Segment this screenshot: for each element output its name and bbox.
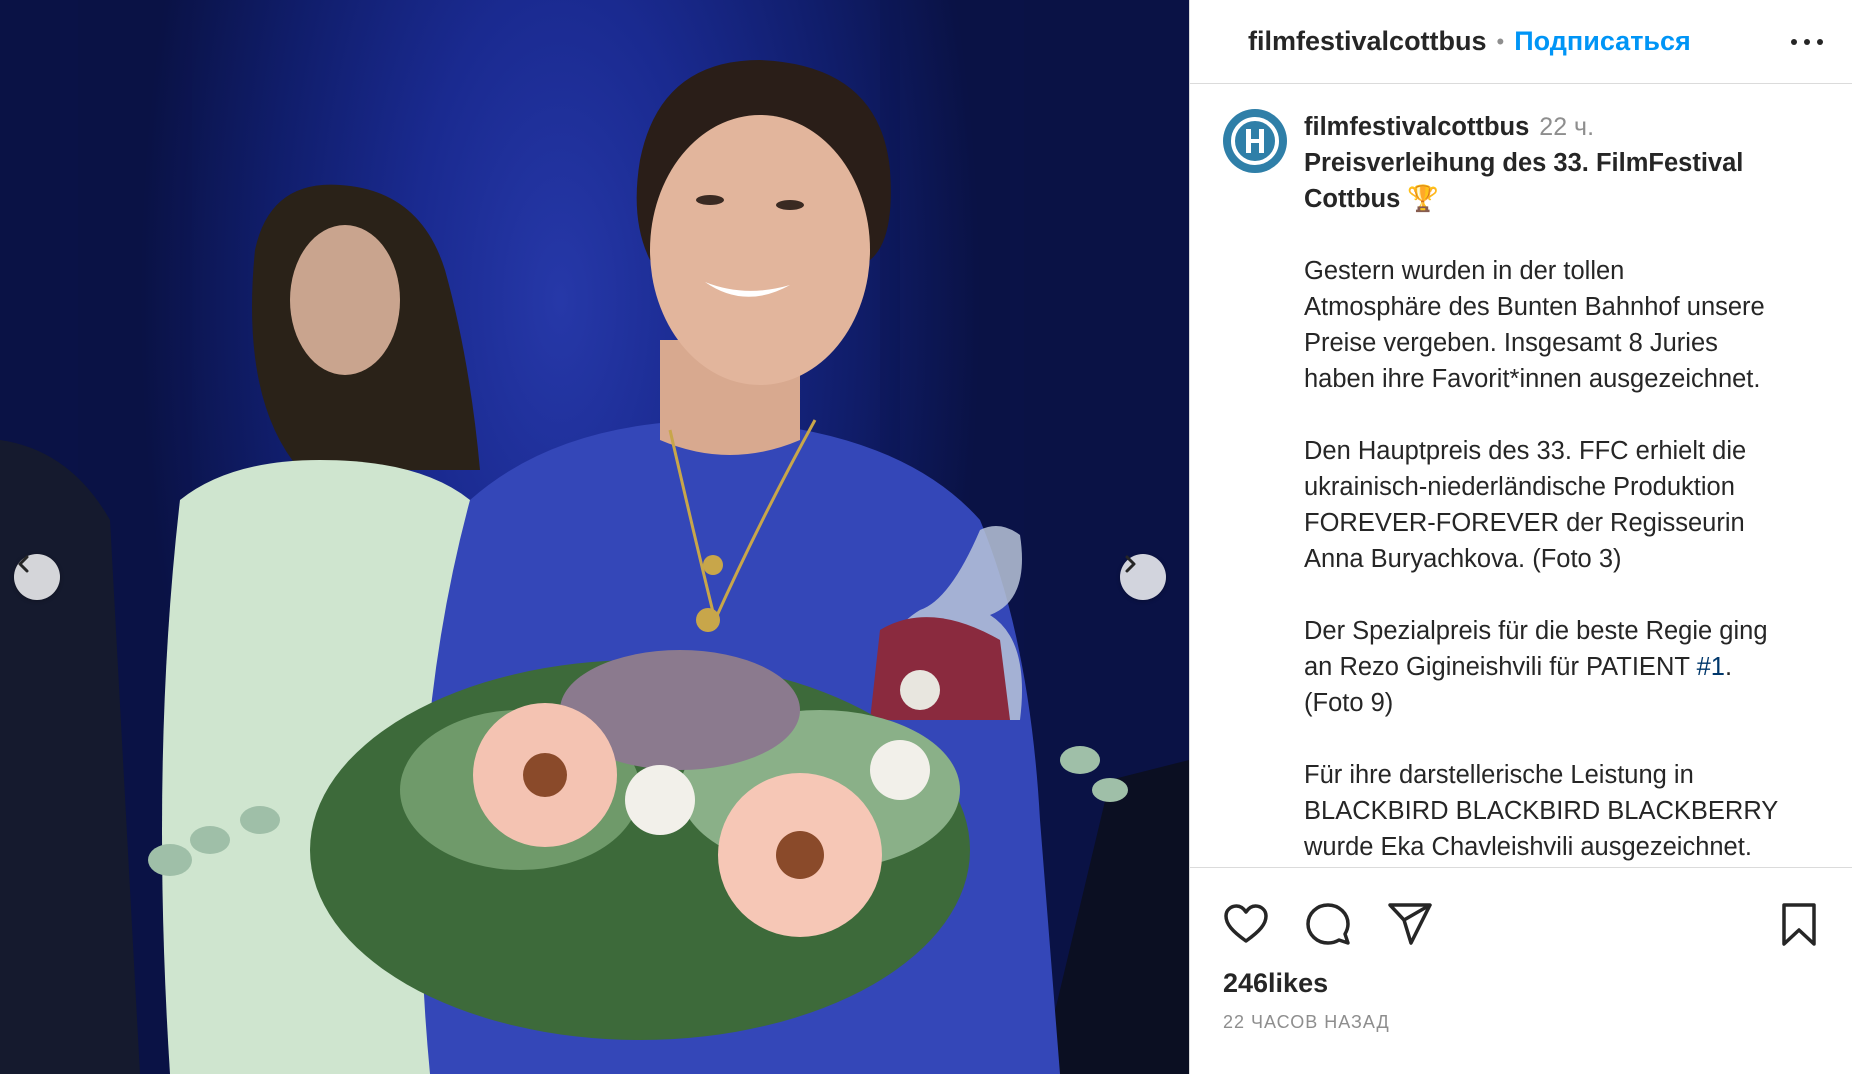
- likes-count[interactable]: 246likes: [1223, 968, 1328, 999]
- caption-line: ukrainisch-niederländische Produktion: [1304, 473, 1735, 501]
- heart-icon[interactable]: [1222, 900, 1270, 948]
- caption-text: an Rezo Gigineishvili für PATIENT: [1304, 653, 1697, 681]
- header-username[interactable]: filmfestivalcottbus: [1248, 26, 1487, 57]
- next-photo-button[interactable]: [1120, 554, 1166, 600]
- post-time[interactable]: 22 ч.: [1539, 113, 1594, 141]
- caption-line: wurde Eka Chavleishvili ausgezeichnet.: [1304, 833, 1752, 861]
- caption-line: Den Hauptpreis des 33. FFC erhielt die: [1304, 437, 1747, 465]
- caption-line: BLACKBIRD BLACKBIRD BLACKBERRY: [1304, 797, 1779, 825]
- action-icons: [1222, 900, 1434, 948]
- header-separator: •: [1496, 28, 1505, 54]
- comment-icon[interactable]: [1304, 900, 1352, 948]
- share-icon[interactable]: [1386, 900, 1434, 948]
- hashtag-link[interactable]: #1: [1697, 653, 1725, 681]
- instagram-post: filmfestivalcottbus • Подписаться filmfe: [0, 0, 1852, 1074]
- caption-line: Gestern wurden in der tollen: [1304, 257, 1625, 285]
- post-actions: 246likes 22 часов назад: [1190, 867, 1852, 1075]
- post-header: filmfestivalcottbus • Подписаться: [1190, 0, 1852, 84]
- posted-time[interactable]: 22 часов назад: [1223, 1012, 1390, 1033]
- caption-area[interactable]: filmfestivalcottbus 22 ч. Preisverleihung…: [1190, 85, 1852, 867]
- caption-line: Anna Buryachkova. (Foto 3): [1304, 545, 1622, 573]
- caption-title-line: Cottbus 🏆: [1304, 185, 1440, 213]
- avatar[interactable]: [1223, 109, 1287, 173]
- caption-title-line: Preisverleihung des 33. FilmFestival: [1304, 149, 1744, 177]
- caption-line: FOREVER-FOREVER der Regisseurin: [1304, 509, 1745, 537]
- caption-line: Atmosphäre des Bunten Bahnhof unsere: [1304, 293, 1765, 321]
- follow-button[interactable]: Подписаться: [1514, 26, 1691, 57]
- chevron-left-icon: [18, 555, 29, 573]
- post-photo[interactable]: [0, 0, 1189, 1074]
- caption-text: .: [1724, 653, 1733, 681]
- chevron-right-icon: [1125, 555, 1136, 573]
- previous-photo-button[interactable]: [14, 554, 60, 600]
- caption-line: (Foto 9): [1304, 689, 1394, 717]
- bookmark-icon[interactable]: [1775, 900, 1823, 948]
- caption-line: haben ihre Favorit*innen ausgezeichnet.: [1304, 365, 1761, 393]
- more-options-icon[interactable]: [1791, 28, 1823, 56]
- post-caption: filmfestivalcottbus 22 ч. Preisverleihung…: [1304, 109, 1834, 865]
- award-ceremony-photo: [0, 0, 1189, 1074]
- caption-line-with-hashtag: an Rezo Gigineishvili für PATIENT #1.: [1304, 649, 1834, 685]
- caption-username[interactable]: filmfestivalcottbus: [1304, 113, 1529, 141]
- caption-line: Für ihre darstellerische Leistung in: [1304, 761, 1694, 789]
- post-side-panel: filmfestivalcottbus • Подписаться filmfe: [1189, 0, 1852, 1074]
- caption-line: Der Spezialpreis für die beste Regie gin…: [1304, 617, 1768, 645]
- caption-line: Preise vergeben. Insgesamt 8 Juries: [1304, 329, 1718, 357]
- festival-logo-icon: [1225, 111, 1285, 171]
